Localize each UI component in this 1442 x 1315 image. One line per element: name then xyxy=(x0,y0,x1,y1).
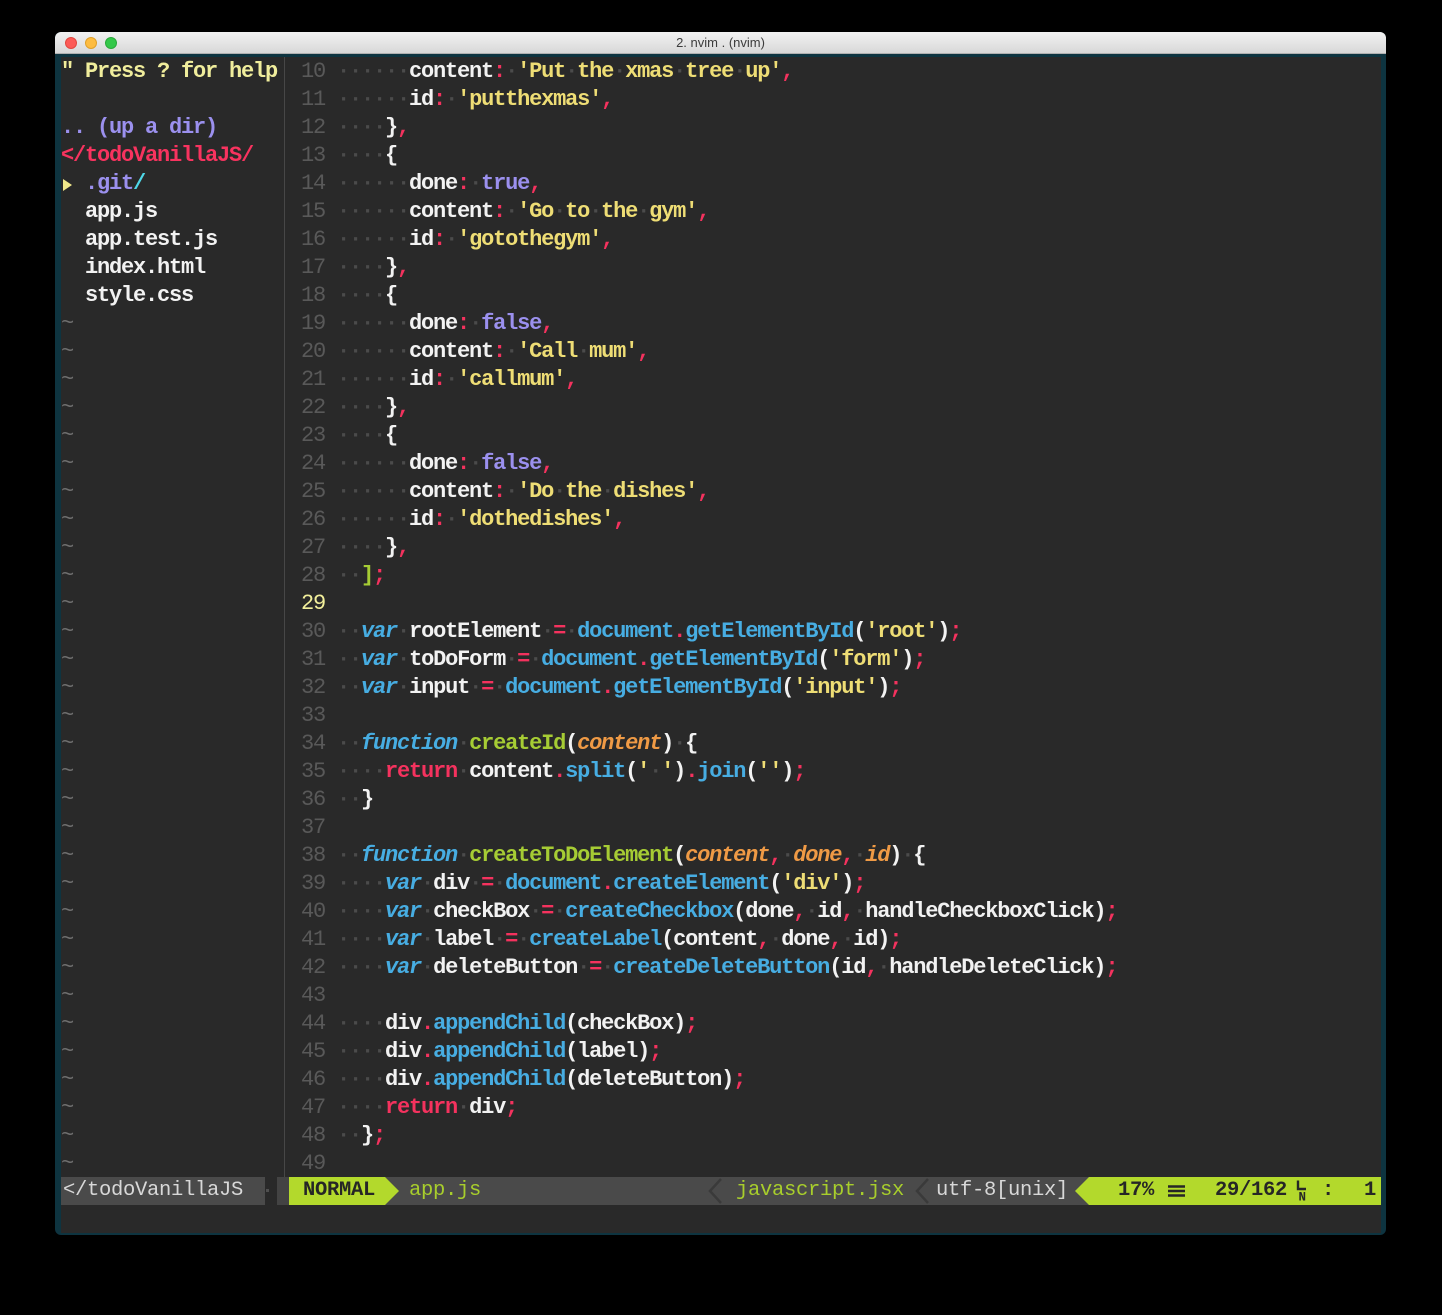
svg-text:N: N xyxy=(1299,1190,1306,1204)
